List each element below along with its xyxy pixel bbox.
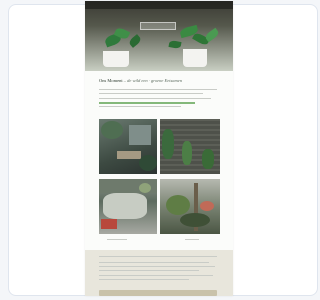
plant-shape — [182, 141, 192, 165]
footer-text-line — [99, 256, 217, 258]
intro-text-line — [99, 93, 203, 95]
plant-shape — [101, 121, 123, 139]
red-chair-shape — [101, 219, 117, 229]
plant-shape — [162, 129, 174, 159]
hero-cta-button[interactable] — [140, 22, 176, 30]
plant-pot — [183, 49, 207, 67]
plant-leaf — [203, 27, 221, 43]
email-preview[interactable]: Ons Moment – de wild een · groene Eetsam… — [85, 1, 233, 296]
hero-image — [85, 1, 233, 71]
intro-text-line — [99, 89, 217, 91]
email-heading: Ons Moment – de wild een · groene Eetsam… — [99, 78, 224, 83]
preheader-bar — [85, 1, 233, 9]
email-footer-section — [85, 250, 233, 296]
caption-line — [185, 239, 199, 241]
intro-link[interactable] — [99, 102, 195, 104]
plant-leaf — [168, 40, 182, 49]
window-shape — [129, 125, 151, 145]
footer-image-strip — [99, 290, 217, 296]
intro-text-line — [99, 106, 181, 108]
plant-shape — [139, 155, 157, 171]
plant-shape — [202, 149, 214, 169]
plant-shape — [180, 213, 210, 227]
email-title: Ons Moment — [99, 78, 123, 83]
footer-text-line — [99, 275, 213, 277]
photo-rooftop[interactable] — [99, 179, 157, 234]
photo-facade[interactable] — [160, 119, 220, 174]
plant-shape — [166, 195, 190, 215]
footer-text-line — [99, 262, 209, 264]
footer-text-line — [99, 266, 215, 268]
plant-shape — [139, 183, 151, 193]
flower-shape — [200, 201, 214, 211]
planter-shape — [103, 193, 147, 219]
intro-text-line — [99, 98, 211, 100]
table-shape — [117, 151, 141, 159]
photo-balcony[interactable] — [160, 179, 220, 234]
plant-pot — [103, 51, 129, 67]
caption-line — [107, 239, 127, 241]
footer-text-line — [99, 270, 199, 272]
footer-text-line — [99, 279, 189, 281]
email-subtitle: – de wild een · groene Eetsamen — [123, 78, 182, 83]
plant-leaf — [127, 34, 143, 48]
photo-terrace[interactable] — [99, 119, 157, 174]
